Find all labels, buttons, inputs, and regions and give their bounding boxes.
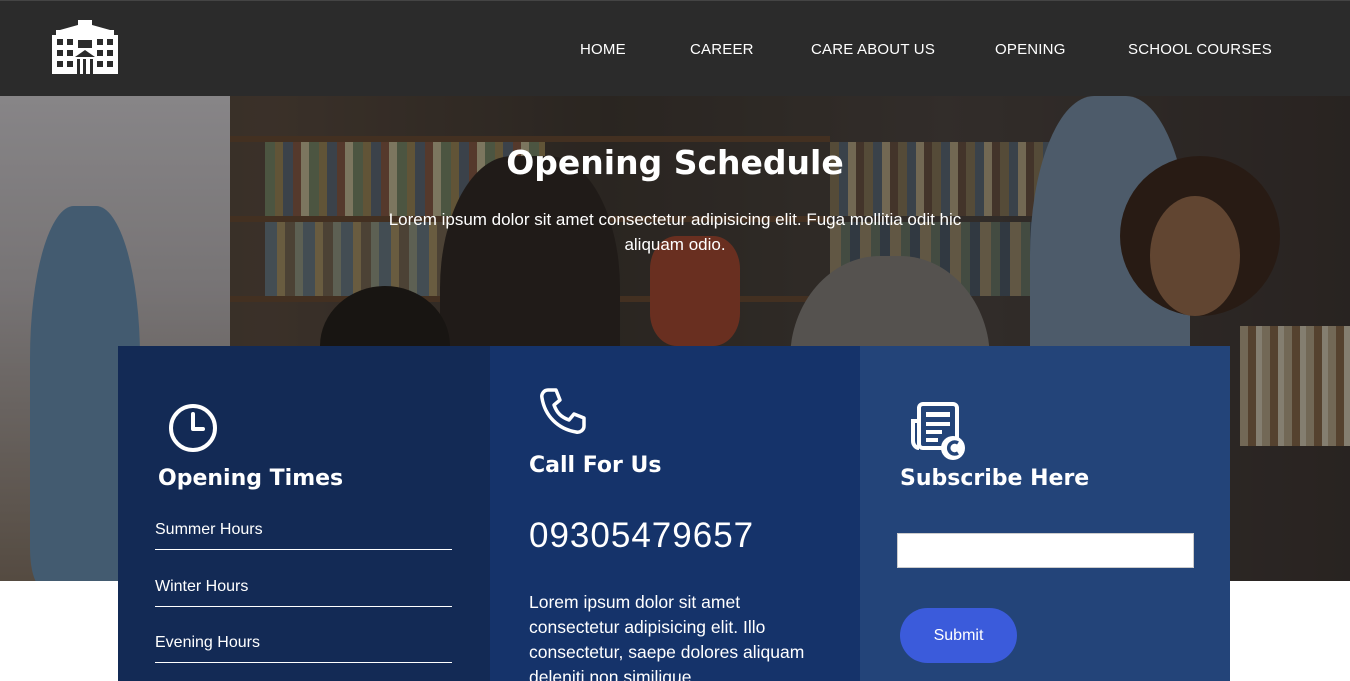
summer-hours-item[interactable]: Summer Hours	[155, 515, 452, 550]
clock-icon	[169, 404, 217, 452]
winter-hours-label: Winter Hours	[155, 578, 249, 595]
winter-hours-item[interactable]: Winter Hours	[155, 572, 452, 607]
nav-school-courses[interactable]: SCHOOL COURSES	[1128, 41, 1272, 58]
nav-career[interactable]: CAREER	[690, 41, 754, 58]
opening-times-card: Opening Times Summer Hours Winter Hours …	[118, 346, 490, 681]
subscribe-card: Subscribe Here Submit	[860, 346, 1230, 681]
newsletter-icon	[911, 402, 965, 460]
school-building-icon[interactable]	[52, 20, 118, 74]
evening-hours-label: Evening Hours	[155, 634, 260, 651]
summer-hours-label: Summer Hours	[155, 521, 263, 538]
nav-opening[interactable]: OPENING	[995, 41, 1066, 58]
subscribe-email-input[interactable]	[897, 533, 1194, 568]
opening-times-title: Opening Times	[158, 466, 344, 491]
nav-care-about-us[interactable]: CARE ABOUT US	[811, 41, 935, 58]
submit-button[interactable]: Submit	[900, 608, 1017, 663]
hero-title: Opening Schedule	[506, 143, 844, 182]
call-description: Lorem ipsum dolor sit amet consectetur a…	[529, 592, 805, 681]
call-for-us-card: Call For Us 09305479657 Lorem ipsum dolo…	[490, 346, 860, 681]
phone-icon	[540, 388, 586, 434]
call-for-us-title: Call For Us	[529, 453, 662, 478]
phone-number[interactable]: 09305479657	[529, 516, 754, 556]
evening-hours-item[interactable]: Evening Hours	[155, 628, 452, 663]
subscribe-title: Subscribe Here	[900, 466, 1090, 491]
navbar: HOME CAREER CARE ABOUT US OPENING SCHOOL…	[0, 0, 1350, 96]
hero-subtitle: Lorem ipsum dolor sit amet consectetur a…	[388, 210, 962, 254]
nav-home[interactable]: HOME	[580, 41, 626, 58]
